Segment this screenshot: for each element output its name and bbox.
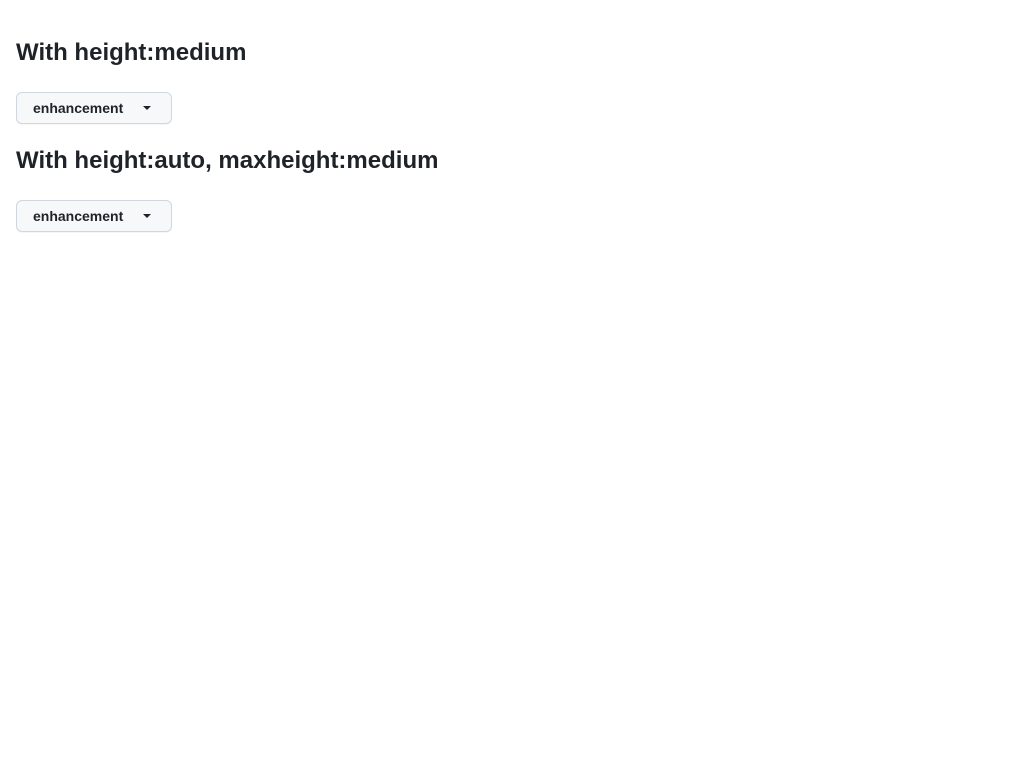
page: With height:medium enhancement With heig… [0, 0, 1012, 768]
section-title: With height:auto, maxheight:medium [16, 147, 439, 174]
dropdown-label: enhancement [33, 208, 124, 224]
dropdown-label: enhancement [33, 100, 124, 116]
caret-down-icon [143, 214, 151, 218]
section-title: With height:medium [16, 39, 247, 66]
label-dropdown-button[interactable]: enhancement [16, 200, 172, 232]
caret-down-icon [143, 106, 151, 110]
label-dropdown-button[interactable]: enhancement [16, 92, 172, 124]
